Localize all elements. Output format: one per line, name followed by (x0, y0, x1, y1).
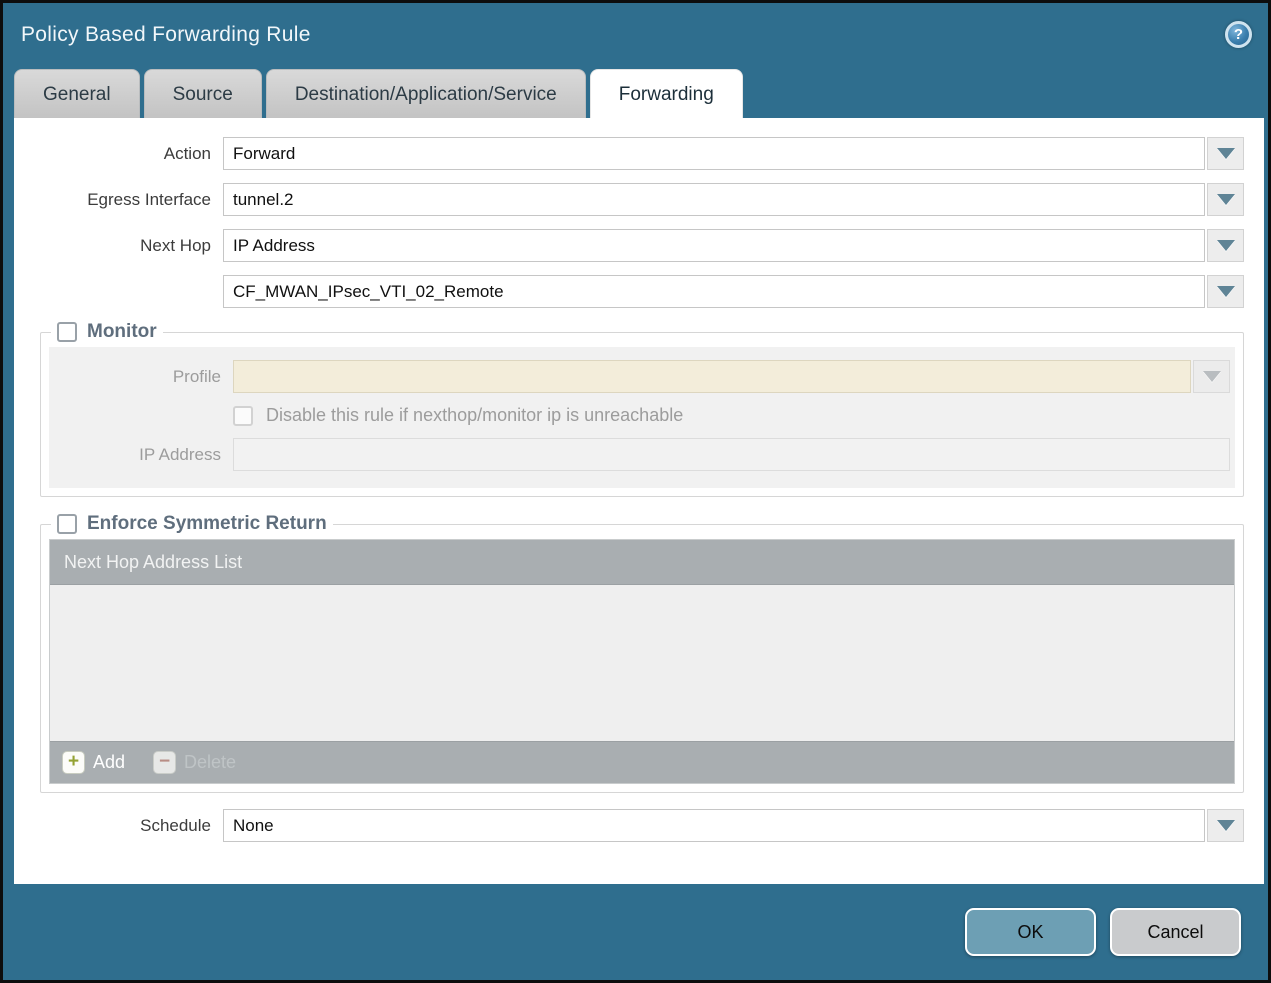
add-button-label: Add (93, 752, 125, 773)
dialog-footer: OK Cancel (3, 884, 1268, 980)
egress-interface-label: Egress Interface (14, 190, 211, 210)
delete-button: − Delete (153, 751, 236, 774)
next-hop-address-input[interactable]: CF_MWAN_IPsec_VTI_02_Remote (223, 275, 1205, 308)
symmetric-return-legend: Enforce Symmetric Return (51, 513, 333, 535)
egress-interface-row: Egress Interface tunnel.2 (14, 183, 1264, 216)
ok-button[interactable]: OK (965, 908, 1096, 956)
next-hop-address-list-body (50, 585, 1234, 741)
action-dropdown-button[interactable] (1207, 137, 1244, 170)
forwarding-tab-panel: Action Forward Egress Interface tunnel.2… (14, 118, 1264, 884)
minus-icon: − (153, 751, 176, 774)
profile-label: Profile (49, 367, 221, 387)
chevron-down-icon (1217, 194, 1235, 205)
delete-button-label: Delete (184, 752, 236, 773)
dialog-title: Policy Based Forwarding Rule (21, 23, 311, 47)
add-button[interactable]: + Add (62, 751, 125, 774)
monitor-legend: Monitor (51, 321, 163, 343)
cancel-button[interactable]: Cancel (1110, 908, 1241, 956)
symmetric-return-legend-label: Enforce Symmetric Return (87, 513, 327, 535)
profile-row: Profile (49, 360, 1235, 393)
schedule-label: Schedule (14, 816, 211, 836)
next-hop-row: Next Hop IP Address (14, 229, 1264, 262)
profile-input (233, 360, 1191, 393)
policy-based-forwarding-dialog: Policy Based Forwarding Rule ? General S… (0, 0, 1271, 983)
next-hop-address-list-table: Next Hop Address List + Add − Delete (49, 539, 1235, 784)
titlebar: Policy Based Forwarding Rule ? (3, 3, 1268, 66)
chevron-down-icon (1203, 371, 1221, 382)
tab-source[interactable]: Source (144, 69, 262, 118)
chevron-down-icon (1217, 286, 1235, 297)
tab-general[interactable]: General (14, 69, 140, 118)
tab-bar: General Source Destination/Application/S… (3, 66, 1268, 118)
schedule-input[interactable]: None (223, 809, 1205, 842)
monitor-ip-address-label: IP Address (49, 445, 221, 465)
monitor-ip-address-input (233, 438, 1230, 471)
symmetric-return-checkbox[interactable] (57, 514, 77, 534)
monitor-checkbox[interactable] (57, 322, 77, 342)
plus-icon: + (62, 751, 85, 774)
schedule-dropdown-button[interactable] (1207, 809, 1244, 842)
action-row: Action Forward (14, 137, 1264, 170)
help-icon[interactable]: ? (1225, 21, 1252, 48)
next-hop-label: Next Hop (14, 236, 211, 256)
egress-interface-input[interactable]: tunnel.2 (223, 183, 1205, 216)
monitor-legend-label: Monitor (87, 321, 157, 343)
next-hop-address-list-toolbar: + Add − Delete (50, 741, 1234, 783)
tab-destination-application-service[interactable]: Destination/Application/Service (266, 69, 586, 118)
monitor-disabled-panel: Profile Disable this rule if nexthop/mon… (49, 347, 1235, 488)
chevron-down-icon (1217, 820, 1235, 831)
next-hop-address-row: CF_MWAN_IPsec_VTI_02_Remote (14, 275, 1264, 308)
next-hop-address-list-header: Next Hop Address List (50, 540, 1234, 585)
symmetric-return-fieldset: Enforce Symmetric Return Next Hop Addres… (40, 513, 1244, 793)
monitor-ip-address-row: IP Address (49, 438, 1235, 471)
chevron-down-icon (1217, 148, 1235, 159)
next-hop-type-input[interactable]: IP Address (223, 229, 1205, 262)
schedule-row: Schedule None (14, 809, 1264, 842)
egress-interface-dropdown-button[interactable] (1207, 183, 1244, 216)
next-hop-type-dropdown-button[interactable] (1207, 229, 1244, 262)
action-input[interactable]: Forward (223, 137, 1205, 170)
profile-dropdown-button (1193, 360, 1230, 393)
monitor-fieldset: Monitor Profile Disable this rule if nex… (40, 321, 1244, 497)
action-label: Action (14, 144, 211, 164)
next-hop-address-dropdown-button[interactable] (1207, 275, 1244, 308)
tab-forwarding[interactable]: Forwarding (590, 69, 743, 118)
disable-rule-checkbox (233, 406, 253, 426)
chevron-down-icon (1217, 240, 1235, 251)
disable-rule-row: Disable this rule if nexthop/monitor ip … (233, 405, 1235, 426)
disable-rule-label: Disable this rule if nexthop/monitor ip … (266, 405, 683, 426)
